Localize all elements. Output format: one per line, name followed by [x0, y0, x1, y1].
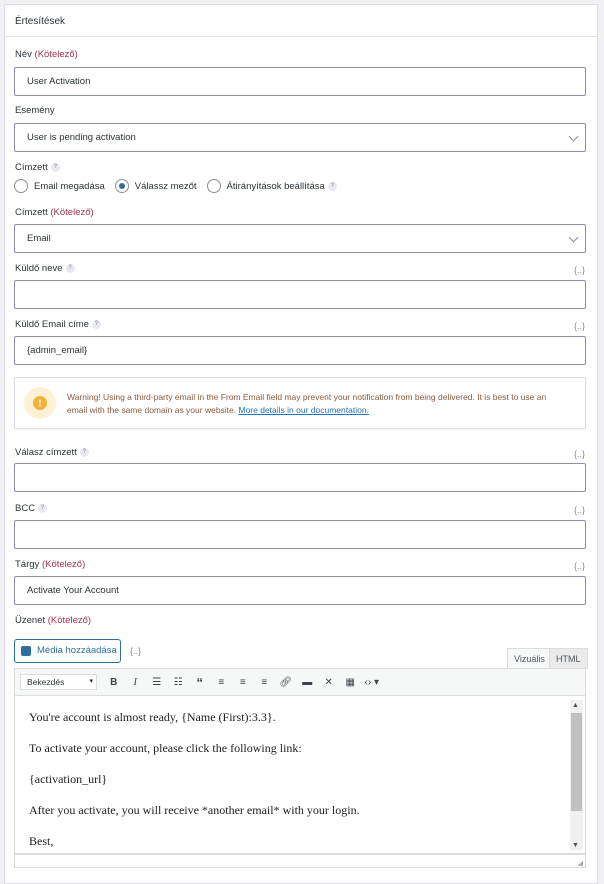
- align-right-icon[interactable]: ≡: [254, 677, 276, 688]
- event-select[interactable]: User is pending activation: [14, 123, 586, 152]
- code-icon[interactable]: ‹› ▾: [361, 677, 383, 688]
- reply-to-label: Válasz címzett?: [15, 447, 89, 458]
- blockquote-icon[interactable]: “: [189, 675, 211, 690]
- required-marker: (Kötelező): [34, 49, 78, 60]
- radio-label: Átirányítások beállítása: [226, 180, 325, 192]
- bcc-input[interactable]: [14, 520, 586, 549]
- help-icon[interactable]: ?: [65, 263, 75, 273]
- sender-name-label: Küldő neve?: [15, 263, 75, 274]
- message-line: {activation_url}: [29, 772, 108, 786]
- name-input[interactable]: User Activation: [14, 67, 586, 96]
- editor-statusbar: ◢: [14, 854, 586, 868]
- message-line: To activate your account, please click t…: [29, 741, 302, 755]
- name-label: Név (Kötelező): [15, 49, 78, 60]
- merge-tag-button[interactable]: {..}: [130, 646, 141, 656]
- tab-html[interactable]: HTML: [549, 648, 588, 669]
- documentation-link[interactable]: More details in our documentation.: [239, 405, 369, 415]
- recipient-field-select[interactable]: Email: [14, 224, 586, 253]
- merge-tag-button[interactable]: {..}: [574, 321, 585, 331]
- sender-email-label: Küldő Email címe?: [15, 319, 101, 330]
- radio-circle-selected[interactable]: [114, 179, 129, 193]
- warning-icon: !: [24, 387, 56, 419]
- event-value: User is pending activation: [27, 132, 136, 143]
- italic-icon[interactable]: I: [125, 677, 147, 688]
- recipient-radio-group: Email megadása Válassz mezőt Átirányítás…: [14, 179, 347, 193]
- panel-title: Értesítések: [5, 5, 597, 37]
- help-icon[interactable]: ?: [38, 503, 48, 513]
- radio-routing[interactable]: Átirányítások beállítása?: [206, 179, 337, 193]
- message-line: After you activate, you will receive *an…: [29, 803, 360, 817]
- help-icon[interactable]: ?: [327, 181, 337, 191]
- tab-visual[interactable]: Vizuális: [507, 648, 552, 669]
- warning-text: Warning! Using a third-party email in th…: [67, 391, 557, 417]
- label-text: Küldő neve: [15, 263, 63, 274]
- message-line: Best,: [29, 834, 54, 848]
- merge-tag-button[interactable]: {..}: [574, 265, 585, 275]
- sender-name-input[interactable]: [14, 280, 586, 309]
- select-value: Email: [27, 233, 51, 244]
- subject-label: Tárgy (Kötelező): [15, 559, 85, 570]
- fullscreen-icon[interactable]: ✕: [318, 677, 340, 688]
- button-label: Média hozzáadása: [37, 645, 117, 656]
- label-text: BCC: [15, 503, 36, 514]
- media-icon: [21, 646, 31, 656]
- add-media-button[interactable]: Média hozzáadása: [14, 639, 121, 663]
- message-editor[interactable]: You're account is almost ready, {Name (F…: [14, 696, 586, 854]
- radio-circle[interactable]: [206, 179, 221, 193]
- label-text: Név: [15, 49, 32, 60]
- label-text: Válasz címzett: [15, 447, 77, 458]
- radio-email[interactable]: Email megadása: [14, 179, 105, 193]
- help-icon[interactable]: ?: [79, 447, 89, 457]
- sender-email-input[interactable]: {admin_email}: [14, 336, 586, 365]
- help-icon[interactable]: ?: [91, 319, 101, 329]
- recipient-field-label: Címzett (Kötelező): [15, 207, 94, 218]
- align-left-icon[interactable]: ≡: [211, 677, 233, 688]
- label-text: Küldő Email címe: [15, 319, 89, 330]
- format-select[interactable]: Bekezdés: [20, 674, 97, 690]
- radio-field[interactable]: Válassz mezőt: [114, 179, 197, 193]
- merge-tag-button[interactable]: {..}: [574, 449, 585, 459]
- label-text: Tárgy: [15, 559, 40, 570]
- chevron-down-icon: [568, 232, 579, 243]
- radio-label: Válassz mezőt: [134, 180, 197, 192]
- merge-tag-button[interactable]: {..}: [574, 561, 585, 571]
- read-more-icon[interactable]: ▬: [297, 677, 319, 688]
- editor-scrollbar[interactable]: ▲ ▼: [570, 700, 583, 850]
- merge-tag-button[interactable]: {..}: [574, 505, 585, 515]
- bullet-list-icon[interactable]: ☰: [146, 677, 168, 688]
- message-label: Üzenet (Kötelező): [15, 615, 91, 626]
- event-label: Esemény: [15, 105, 55, 116]
- subject-input[interactable]: Activate Your Account: [14, 576, 586, 605]
- toolbar-toggle-icon[interactable]: ▦: [340, 677, 362, 688]
- bold-icon[interactable]: B: [103, 677, 125, 688]
- required-marker: (Kötelező): [41, 559, 86, 570]
- chevron-down-icon: [568, 131, 579, 142]
- align-center-icon[interactable]: ≡: [232, 677, 254, 688]
- reply-to-input[interactable]: [14, 463, 586, 492]
- resize-handle-icon[interactable]: ◢: [578, 859, 583, 867]
- radio-label: Email megadása: [34, 180, 105, 192]
- notifications-panel: Értesítések Név (Kötelező) User Activati…: [4, 4, 598, 884]
- link-icon[interactable]: 🔗︎: [275, 677, 297, 688]
- radio-circle[interactable]: [14, 179, 28, 193]
- editor-toolbar: Bekezdés B I ☰ ☷ “ ≡ ≡ ≡ 🔗︎ ▬ ✕ ▦ ‹› ▾: [14, 668, 586, 696]
- recipient-label: Címzett?: [15, 162, 60, 173]
- required-marker: (Kötelező): [47, 615, 92, 626]
- label-text: Üzenet: [15, 615, 46, 626]
- bcc-label: BCC?: [15, 503, 48, 514]
- label-text: Címzett: [15, 207, 48, 218]
- required-marker: (Kötelező): [50, 207, 94, 218]
- message-line: You're account is almost ready, {Name (F…: [29, 710, 276, 724]
- warning-notice: ! Warning! Using a third-party email in …: [14, 377, 586, 429]
- scrollbar-thumb[interactable]: [571, 713, 582, 811]
- help-icon[interactable]: ?: [50, 162, 60, 172]
- numbered-list-icon[interactable]: ☷: [168, 677, 190, 688]
- label-text: Címzett: [15, 162, 48, 173]
